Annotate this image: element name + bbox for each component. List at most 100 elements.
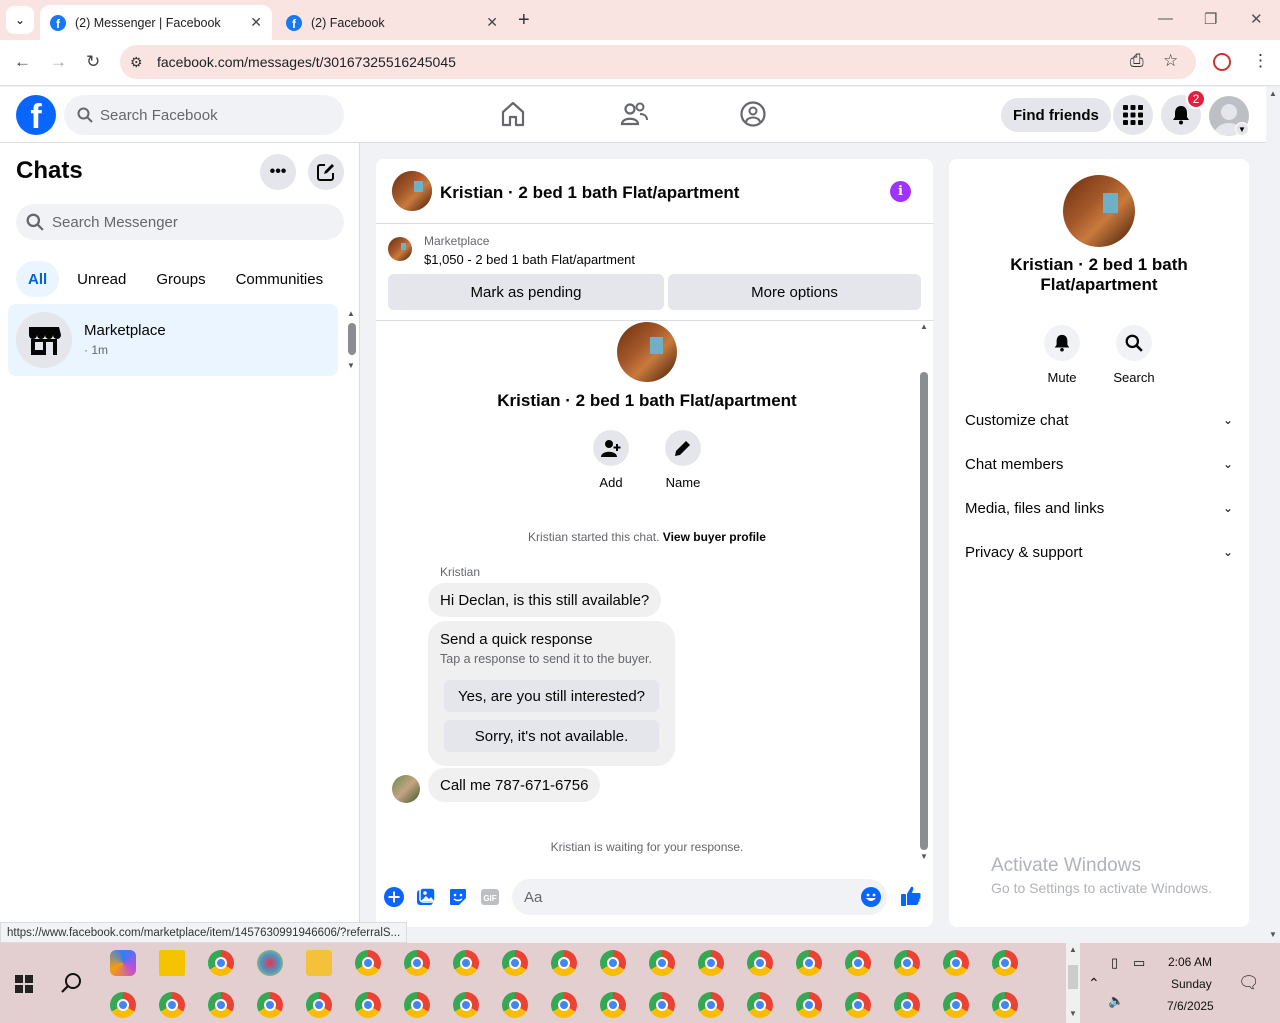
message-scrollbar[interactable]: ▲ ▼: [918, 322, 930, 862]
site-info-icon[interactable]: ⚙: [130, 54, 143, 71]
media-files-section[interactable]: Media, files and links ⌄: [965, 486, 1233, 530]
chrome-profile-icon[interactable]: [110, 992, 136, 1018]
privacy-support-section[interactable]: Privacy & support ⌄: [965, 530, 1233, 574]
windows-start-icon[interactable]: [15, 975, 33, 993]
sticker-icon[interactable]: [448, 887, 468, 907]
tab-messenger[interactable]: f (2) Messenger | Facebook ✕: [40, 5, 272, 40]
quick-response-yes-button[interactable]: Yes, are you still interested?: [444, 680, 659, 712]
quick-response-no-button[interactable]: Sorry, it's not available.: [444, 720, 659, 752]
chrome-profile-icon[interactable]: [159, 992, 185, 1018]
clock-time[interactable]: 2:06 AM: [1168, 955, 1212, 969]
listing-title[interactable]: $1,050 - 2 bed 1 bath Flat/apartment: [424, 252, 635, 267]
chat-members-section[interactable]: Chat members ⌄: [965, 442, 1233, 486]
chrome-profile-icon[interactable]: [649, 950, 675, 976]
name-chat-action[interactable]: Name: [653, 430, 713, 490]
facebook-search-input[interactable]: Search Facebook: [64, 95, 344, 135]
menu-grid-button[interactable]: [1113, 95, 1153, 135]
chrome-profile-icon[interactable]: [355, 992, 381, 1018]
more-options-button[interactable]: More options: [668, 274, 921, 310]
notification-center-icon[interactable]: 🗨: [1238, 973, 1260, 993]
filter-communities[interactable]: Communities: [224, 261, 336, 297]
chrome-profile-icon[interactable]: [600, 992, 626, 1018]
mute-action[interactable]: Mute: [1032, 325, 1092, 385]
profile-avatar-large[interactable]: [1063, 175, 1135, 247]
url-input[interactable]: ⚙ facebook.com/messages/t/30167325516245…: [120, 45, 1196, 79]
reload-icon[interactable]: ↻: [86, 52, 100, 72]
chrome-profile-icon[interactable]: [894, 950, 920, 976]
page-scrollbar[interactable]: ▲ ▼: [1266, 87, 1280, 943]
message-input[interactable]: Aa: [512, 879, 887, 915]
restore-icon[interactable]: ❐: [1204, 10, 1217, 28]
chrome-profile-icon[interactable]: [404, 992, 430, 1018]
back-icon[interactable]: ←: [14, 52, 31, 72]
paint-icon[interactable]: [257, 950, 283, 976]
gif-icon[interactable]: GIF: [480, 887, 500, 907]
chat-list-scrollbar[interactable]: ▲ ▼: [347, 309, 356, 370]
plus-circle-icon[interactable]: [384, 887, 404, 907]
chat-list-item[interactable]: Marketplace · 1m: [8, 304, 338, 376]
search-icon[interactable]: [60, 971, 84, 995]
profile-avatar[interactable]: [617, 322, 677, 382]
facebook-logo[interactable]: f: [16, 95, 56, 135]
tab-facebook[interactable]: f (2) Facebook ✕: [276, 5, 508, 40]
chrome-profile-icon[interactable]: [992, 950, 1018, 976]
minimize-icon[interactable]: —: [1158, 10, 1173, 27]
message-bubble[interactable]: Hi Declan, is this still available?: [428, 583, 662, 617]
messenger-search-input[interactable]: Search Messenger: [16, 204, 344, 240]
tab-search-dropdown[interactable]: ⌄: [6, 6, 34, 34]
volume-icon[interactable]: 🔈: [1108, 993, 1124, 1009]
chrome-profile-icon[interactable]: [698, 950, 724, 976]
chrome-profile-icon[interactable]: [453, 992, 479, 1018]
chat-options-button[interactable]: •••: [260, 154, 296, 190]
chrome-profile-icon[interactable]: [404, 950, 430, 976]
chrome-profile-icon[interactable]: [845, 950, 871, 976]
friends-icon[interactable]: [620, 100, 648, 128]
filter-unread[interactable]: Unread: [65, 261, 138, 297]
chrome-profile-icon[interactable]: [845, 992, 871, 1018]
search-action[interactable]: Search: [1104, 325, 1164, 385]
customize-chat-section[interactable]: Customize chat ⌄: [965, 398, 1233, 442]
forward-icon[interactable]: →: [50, 52, 67, 72]
copilot-icon[interactable]: [110, 950, 136, 976]
info-icon[interactable]: i: [890, 181, 911, 202]
close-tab-icon[interactable]: ✕: [486, 14, 498, 31]
sticky-notes-icon[interactable]: [159, 950, 185, 976]
close-tab-icon[interactable]: ✕: [250, 14, 262, 31]
thumbs-up-icon[interactable]: [900, 885, 922, 907]
taskbar-scrollbar[interactable]: ▲ ▼: [1066, 943, 1080, 1023]
chrome-profile-icon[interactable]: [943, 950, 969, 976]
install-app-icon[interactable]: ⎙: [1130, 51, 1144, 71]
clock-date[interactable]: 7/6/2025: [1167, 999, 1214, 1013]
chrome-profile-icon[interactable]: [943, 992, 969, 1018]
file-explorer-icon[interactable]: [306, 950, 332, 976]
add-people-action[interactable]: Add: [581, 430, 641, 490]
photo-icon[interactable]: [416, 887, 436, 907]
profile-icon[interactable]: [1213, 53, 1231, 71]
chrome-profile-icon[interactable]: [992, 992, 1018, 1018]
chrome-profile-icon[interactable]: [257, 992, 283, 1018]
new-tab-button[interactable]: +: [518, 9, 530, 32]
message-bubble[interactable]: Call me 787-671-6756: [428, 768, 601, 802]
new-message-button[interactable]: [308, 154, 344, 190]
conversation-avatar[interactable]: [392, 171, 432, 211]
filter-all[interactable]: All: [16, 261, 60, 297]
chrome-profile-icon[interactable]: [894, 992, 920, 1018]
network-icon[interactable]: ▭: [1133, 955, 1145, 971]
chrome-profile-icon[interactable]: [551, 950, 577, 976]
bookmark-star-icon[interactable]: ☆: [1163, 51, 1178, 71]
chrome-icon[interactable]: [208, 950, 234, 976]
chrome-profile-icon[interactable]: [649, 992, 675, 1018]
chrome-profile-icon[interactable]: [502, 992, 528, 1018]
view-buyer-profile-link[interactable]: View buyer profile: [663, 530, 766, 544]
device-icon[interactable]: ▯: [1111, 955, 1118, 971]
close-window-icon[interactable]: ✕: [1250, 10, 1263, 28]
chrome-profile-icon[interactable]: [355, 950, 381, 976]
sender-avatar[interactable]: [392, 775, 420, 803]
chrome-profile-icon[interactable]: [698, 992, 724, 1018]
emoji-icon[interactable]: [861, 887, 881, 907]
chrome-profile-icon[interactable]: [551, 992, 577, 1018]
browser-menu-icon[interactable]: ⋮: [1252, 51, 1269, 71]
chrome-profile-icon[interactable]: [453, 950, 479, 976]
mark-as-pending-button[interactable]: Mark as pending: [388, 274, 664, 310]
chrome-profile-icon[interactable]: [208, 992, 234, 1018]
